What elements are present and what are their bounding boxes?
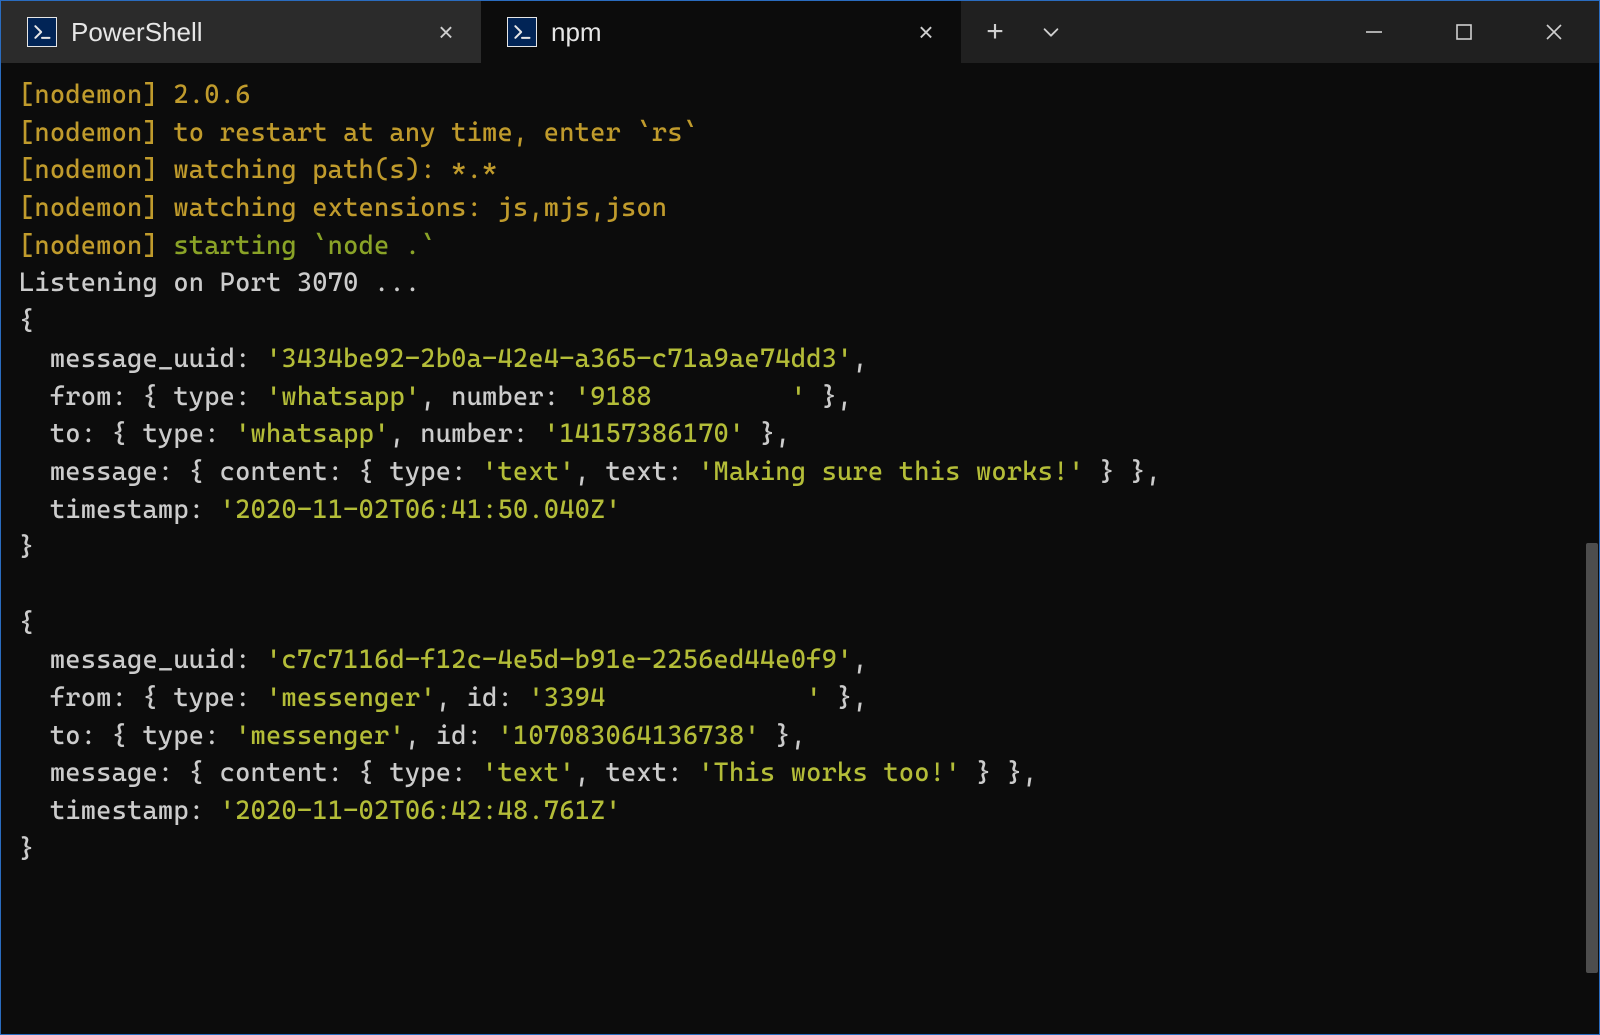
value: '3434be92-2b0a-42e4-a365-c71a9ae74dd3'	[251, 344, 853, 374]
powershell-icon	[27, 17, 57, 47]
value: 'Making sure this works!'	[698, 457, 1084, 487]
titlebar: PowerShell × npm × +	[1, 1, 1599, 63]
nodemon-prefix: [nodemon]	[19, 231, 173, 261]
tabbar-controls: +	[961, 1, 1085, 63]
close-window-button[interactable]	[1509, 1, 1599, 63]
new-tab-button[interactable]: +	[973, 10, 1017, 54]
scrollbar-thumb[interactable]	[1586, 543, 1598, 973]
window-controls	[1329, 1, 1599, 63]
key: message:	[19, 457, 173, 487]
maximize-button[interactable]	[1419, 1, 1509, 63]
value: '2020-11-02T06:42:48.761Z'	[204, 796, 621, 826]
listening-line: Listening on Port 3070 ...	[19, 268, 420, 298]
nodemon-line: [nodemon] watching path(s): *.*	[19, 155, 497, 185]
tab-dropdown-button[interactable]	[1029, 10, 1073, 54]
value: 'text'	[482, 457, 575, 487]
value: '2020-11-02T06:41:50.040Z'	[204, 495, 621, 525]
nodemon-line: [nodemon] to restart at any time, enter …	[19, 118, 698, 148]
brace: }	[19, 834, 34, 864]
brace: }	[19, 532, 34, 562]
value: '14157386170'	[544, 419, 745, 449]
titlebar-drag-region[interactable]	[1085, 1, 1329, 63]
brace: {	[19, 306, 34, 336]
key: from:	[19, 683, 127, 713]
value: 'text'	[482, 758, 575, 788]
key: message:	[19, 758, 173, 788]
value: 'whatsapp'	[266, 382, 420, 412]
value: 'messenger'	[235, 721, 405, 751]
tab-npm[interactable]: npm ×	[481, 1, 961, 63]
key: to:	[19, 721, 96, 751]
close-icon[interactable]: ×	[909, 19, 943, 45]
tab-strip: PowerShell × npm ×	[1, 1, 961, 63]
terminal-output[interactable]: [nodemon] 2.0.6 [nodemon] to restart at …	[1, 63, 1599, 1034]
tab-powershell[interactable]: PowerShell ×	[1, 1, 481, 63]
key: to:	[19, 419, 96, 449]
nodemon-line: [nodemon] watching extensions: js,mjs,js…	[19, 193, 667, 223]
value: 'c7c7116d-f12c-4e5d-b91e-2256ed44e0f9'	[251, 645, 853, 675]
key: from:	[19, 382, 127, 412]
brace: {	[19, 608, 34, 638]
key: message_uuid:	[19, 645, 251, 675]
value: 'This works too!'	[698, 758, 960, 788]
key: timestamp:	[19, 796, 204, 826]
value: 'whatsapp'	[235, 419, 389, 449]
minimize-button[interactable]	[1329, 1, 1419, 63]
key: timestamp:	[19, 495, 204, 525]
tab-label: PowerShell	[71, 17, 415, 48]
value: 'messenger'	[266, 683, 436, 713]
value: '9188 '	[575, 382, 807, 412]
terminal-window: PowerShell × npm × +	[0, 0, 1600, 1035]
powershell-icon	[507, 17, 537, 47]
tab-label: npm	[551, 17, 895, 48]
value: '107083064136738'	[497, 721, 759, 751]
nodemon-line: [nodemon] 2.0.6	[19, 80, 251, 110]
key: message_uuid:	[19, 344, 251, 374]
close-icon[interactable]: ×	[429, 19, 463, 45]
value: '3394 '	[528, 683, 821, 713]
nodemon-start: starting `node .`	[173, 231, 435, 261]
